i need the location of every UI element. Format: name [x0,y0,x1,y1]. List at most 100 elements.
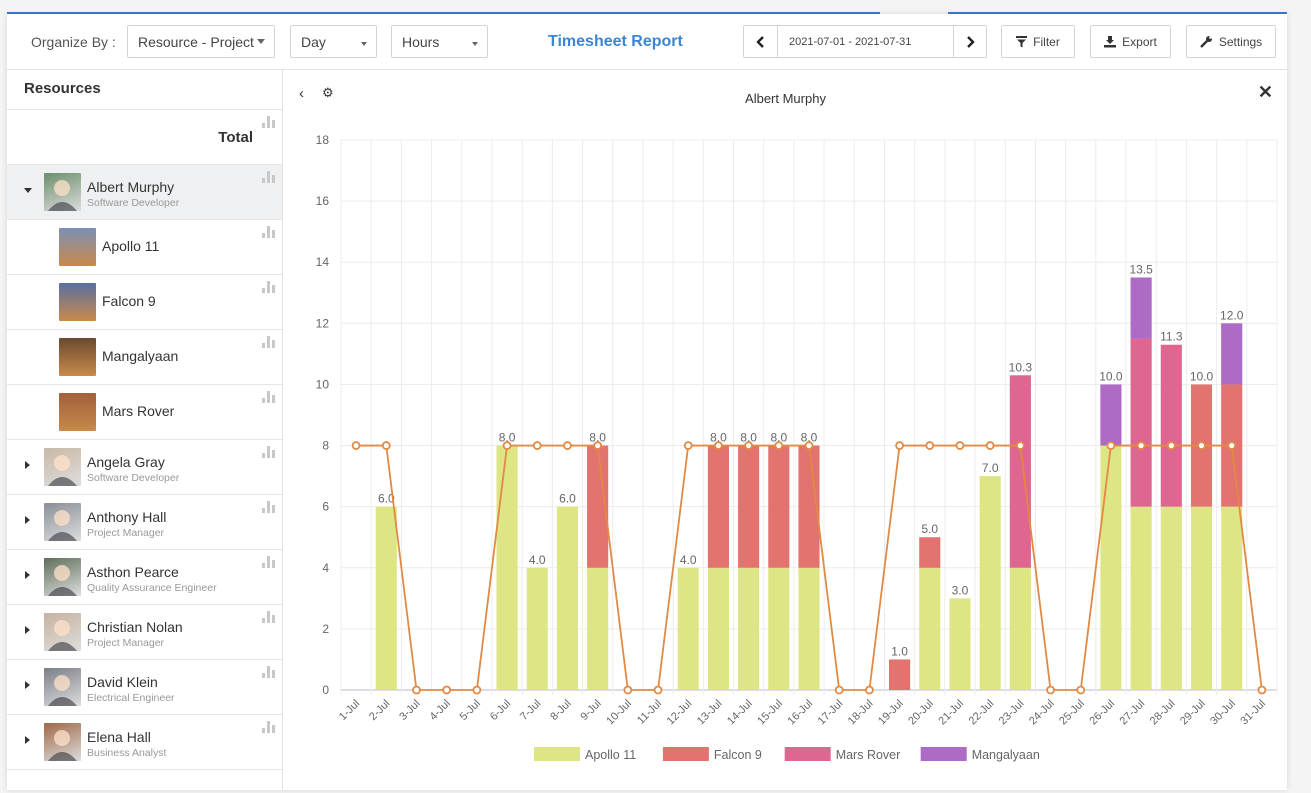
resource-row[interactable]: Christian Nolan Project Manager [7,605,282,660]
resource-role: Project Manager [87,637,165,649]
x-tick-label: 17-Jul [816,698,846,728]
bar-apollo-11 [1130,506,1152,690]
period-select[interactable]: Day [290,25,377,58]
chevron-right-icon [967,35,975,48]
bar-apollo-11 [496,445,518,690]
y-tick-label: 18 [316,133,330,147]
unit-value: Hours [402,34,440,50]
resource-row[interactable]: Albert Murphy Software Developer [7,165,282,220]
bar-chart-icon[interactable] [262,281,275,293]
legend-label: Mangalyaan [972,748,1040,762]
bar-chart-icon[interactable] [262,611,275,623]
legend-label: Falcon 9 [714,748,762,762]
timesheet-chart: 0 2 4 6 8 10 12 14 16 18 1-Jul 6.0 2-Jul 3-Jul 4-Jul 5-… [316,133,1278,762]
total-row[interactable]: Total [7,110,282,165]
capacity-point [895,441,904,450]
x-tick-label: 22-Jul [967,698,997,728]
resource-row[interactable]: Anthony Hall Project Manager [7,495,282,550]
x-tick-label: 26-Jul [1087,698,1117,728]
capacity-point [744,441,754,450]
filter-icon [1016,35,1028,47]
x-tick-label: 2-Jul [367,698,392,723]
capacity-point [955,441,965,450]
project-row[interactable]: Falcon 9 [7,275,282,330]
export-button[interactable]: Export [1090,25,1171,58]
organize-by-select[interactable]: Resource - Project [127,25,275,58]
filter-button[interactable]: Filter [1001,25,1075,58]
prev-range-button[interactable] [743,25,778,58]
caret-right-icon[interactable] [25,461,30,469]
capacity-point [351,441,361,450]
bar-chart-icon[interactable] [262,446,275,458]
resource-row[interactable]: Elena Hall Business Analyst [7,715,282,770]
bar-chart-icon[interactable] [262,171,275,183]
bar-chart-icon[interactable] [262,336,275,348]
resource-name: David Klein [87,674,158,690]
x-tick-label: 4-Jul [427,698,452,723]
period-value: Day [301,34,326,50]
caret-right-icon[interactable] [25,736,30,744]
bar-chart-icon[interactable] [262,666,275,678]
resource-role: Quality Assurance Engineer [87,582,217,594]
x-tick-label: 21-Jul [936,698,966,728]
resource-role: Software Developer [87,472,180,484]
bar-falcon-9 [768,445,790,568]
project-row[interactable]: Mars Rover [7,385,282,440]
project-row[interactable]: Apollo 11 [7,220,282,275]
date-range-display[interactable]: 2021-07-01 - 2021-07-31 [777,25,954,58]
bar-total-label: 4.0 [680,553,697,567]
chevron-down-icon [257,39,265,44]
bar-apollo-11 [375,506,397,690]
resource-name: Albert Murphy [87,179,175,195]
unit-select[interactable]: Hours [391,25,488,58]
caret-down-icon[interactable] [24,188,32,193]
resource-row[interactable]: David Klein Electrical Engineer [7,660,282,715]
next-range-button[interactable] [953,25,987,58]
bar-falcon-9 [889,659,911,690]
filter-label: Filter [1033,34,1060,49]
organize-by-value: Resource - Project [138,34,254,50]
report-title: Timesheet Report [548,33,683,50]
caret-right-icon[interactable] [25,681,30,689]
close-icon[interactable]: ✕ [1258,82,1273,103]
capacity-point [593,441,603,450]
caret-right-icon[interactable] [25,626,30,634]
bar-chart-icon[interactable] [262,556,275,568]
capacity-point [774,441,784,450]
x-tick-label: 28-Jul [1148,698,1178,728]
x-tick-label: 11-Jul [635,698,664,727]
resource-name: Angela Gray [87,454,165,470]
resource-row[interactable]: Asthon Pearce Quality Assurance Engineer [7,550,282,605]
y-tick-label: 2 [322,622,329,636]
bar-chart-icon[interactable] [262,501,275,513]
bar-chart-icon[interactable] [262,391,275,403]
x-tick-label: 7-Jul [518,698,543,723]
capacity-point [834,685,844,695]
capacity-point [381,441,391,450]
bar-apollo-11 [979,476,1001,690]
project-thumbnail [59,338,96,376]
settings-button[interactable]: Settings [1186,25,1276,58]
bar-chart-icon[interactable] [262,721,275,733]
project-thumbnail [59,393,96,431]
chart-title: Albert Murphy [745,91,826,106]
capacity-point [563,441,572,450]
bar-chart-icon[interactable] [262,116,275,128]
bar-mangalyaan [1130,277,1152,339]
x-tick-label: 9-Jul [578,698,603,723]
bar-apollo-11 [1160,506,1182,690]
bar-apollo-11 [1009,567,1031,690]
bar-apollo-11 [798,567,820,690]
legend-swatch [784,747,831,761]
capacity-point [442,685,452,695]
x-tick-label: 5-Jul [458,698,483,723]
bar-chart-icon[interactable] [262,226,275,238]
project-row[interactable]: Mangalyaan [7,330,282,385]
avatar [44,448,81,486]
resource-row[interactable]: Angela Gray Software Developer [7,440,282,495]
resource-list: Albert Murphy Software Developer Apollo 11… [7,165,282,770]
caret-right-icon[interactable] [25,516,30,524]
caret-right-icon[interactable] [25,571,30,579]
capacity-point [985,441,995,450]
resource-name: Elena Hall [87,729,151,745]
